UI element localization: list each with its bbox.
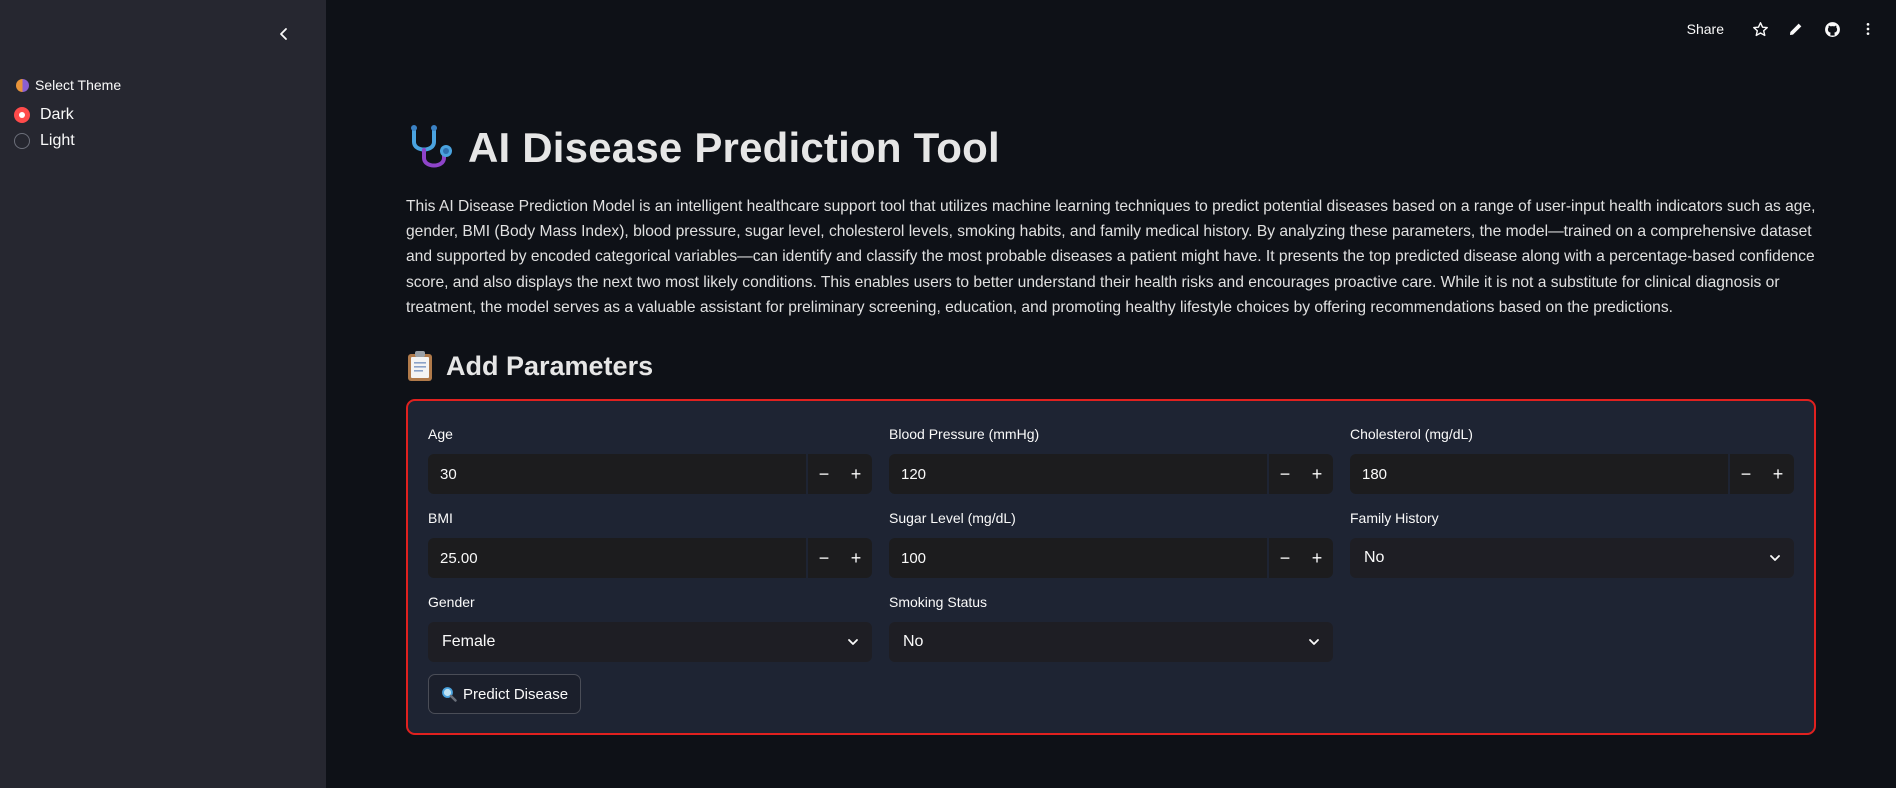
theme-label: Select Theme	[35, 77, 122, 93]
cholesterol-increment-button[interactable]: +	[1762, 454, 1794, 494]
gender-select[interactable]: Female	[428, 622, 872, 662]
more-menu-button[interactable]	[1850, 14, 1886, 44]
bmi-number-input: − +	[428, 538, 872, 578]
radio-light-label[interactable]: Light	[40, 132, 75, 150]
github-button[interactable]	[1814, 14, 1850, 44]
collapse-sidebar-button[interactable]	[272, 22, 296, 46]
github-icon	[1824, 21, 1840, 37]
smoking-status-select[interactable]: No	[889, 622, 1333, 662]
family-history-value[interactable]: No	[1364, 549, 1384, 567]
theme-icon	[16, 78, 29, 92]
chevron-down-icon[interactable]	[846, 635, 860, 649]
radio-dark-indicator[interactable]	[14, 107, 30, 123]
chevron-left-icon	[280, 28, 287, 40]
section-title: Add Parameters	[446, 350, 654, 381]
smoking-status-label: Smoking Status	[889, 594, 988, 610]
gender-field: Gender Female	[428, 594, 872, 662]
radio-dark[interactable]: Dark	[14, 106, 74, 124]
sugar-level-field: Sugar Level (mg/dL) − +	[889, 510, 1333, 578]
age-increment-button[interactable]: +	[840, 454, 872, 494]
gender-label: Gender	[428, 594, 475, 610]
star-button[interactable]	[1742, 14, 1778, 44]
predict-disease-button[interactable]: Predict Disease	[428, 674, 582, 714]
title-row: AI Disease Prediction Tool	[406, 124, 1000, 172]
sugar-level-increment-button[interactable]: +	[1301, 538, 1333, 578]
blood-pressure-field: Blood Pressure (mmHg) − +	[889, 426, 1333, 494]
smoking-status-field: Smoking Status No	[889, 594, 1333, 662]
bmi-field: BMI − +	[428, 510, 872, 578]
sugar-level-number-input: − +	[889, 538, 1333, 578]
star-icon	[1752, 21, 1768, 36]
age-decrement-button[interactable]: −	[808, 454, 840, 494]
cholesterol-field: Cholesterol (mg/dL) − +	[1350, 426, 1794, 494]
description-text: This AI Disease Prediction Model is an i…	[406, 198, 1816, 316]
sugar-level-input[interactable]	[889, 538, 1267, 578]
cholesterol-decrement-button[interactable]: −	[1730, 454, 1762, 494]
radio-light[interactable]: Light	[14, 132, 75, 150]
page-title: AI Disease Prediction Tool	[468, 124, 1000, 171]
stethoscope-icon	[411, 125, 452, 168]
family-history-field: Family History No	[1350, 510, 1794, 578]
blood-pressure-label: Blood Pressure (mmHg)	[889, 426, 1040, 442]
cholesterol-input[interactable]	[1350, 454, 1728, 494]
gender-value[interactable]: Female	[442, 633, 495, 651]
sugar-level-label: Sugar Level (mg/dL)	[889, 510, 1016, 526]
blood-pressure-number-input: − +	[889, 454, 1333, 494]
theme-label-row: Select Theme	[16, 77, 121, 93]
family-history-label: Family History	[1350, 510, 1439, 526]
sugar-level-decrement-button[interactable]: −	[1269, 538, 1301, 578]
edit-button[interactable]	[1778, 14, 1814, 44]
predict-disease-label[interactable]: Predict Disease	[463, 686, 568, 703]
blood-pressure-increment-button[interactable]: +	[1301, 454, 1333, 494]
age-field: Age − +	[428, 426, 872, 494]
more-vertical-icon	[1866, 23, 1870, 35]
chevron-down-icon[interactable]	[1768, 551, 1782, 565]
magnifier-icon	[442, 687, 457, 702]
cholesterol-label: Cholesterol (mg/dL)	[1350, 426, 1473, 442]
bmi-decrement-button[interactable]: −	[808, 538, 840, 578]
sidebar: Select Theme Dark Light	[0, 0, 326, 788]
smoking-status-value[interactable]: No	[903, 633, 923, 651]
family-history-select[interactable]: No	[1350, 538, 1794, 578]
radio-dark-label[interactable]: Dark	[40, 106, 74, 124]
blood-pressure-decrement-button[interactable]: −	[1269, 454, 1301, 494]
chevron-down-icon[interactable]	[1307, 635, 1321, 649]
share-button[interactable]: Share	[1687, 21, 1724, 37]
bmi-label: BMI	[428, 510, 453, 526]
pencil-icon	[1790, 23, 1802, 35]
cholesterol-number-input: − +	[1350, 454, 1794, 494]
age-label: Age	[428, 426, 453, 442]
clipboard-icon	[408, 351, 432, 381]
bmi-input[interactable]	[428, 538, 806, 578]
radio-light-indicator[interactable]	[14, 133, 30, 149]
bmi-increment-button[interactable]: +	[840, 538, 872, 578]
parameters-form: Age − + Blood Pressure (mmHg) − + Choles…	[406, 399, 1816, 735]
blood-pressure-input[interactable]	[889, 454, 1267, 494]
age-number-input: − +	[428, 454, 872, 494]
section-header: Add Parameters	[406, 350, 653, 382]
top-toolbar: Share	[1687, 14, 1896, 44]
age-input[interactable]	[428, 454, 806, 494]
